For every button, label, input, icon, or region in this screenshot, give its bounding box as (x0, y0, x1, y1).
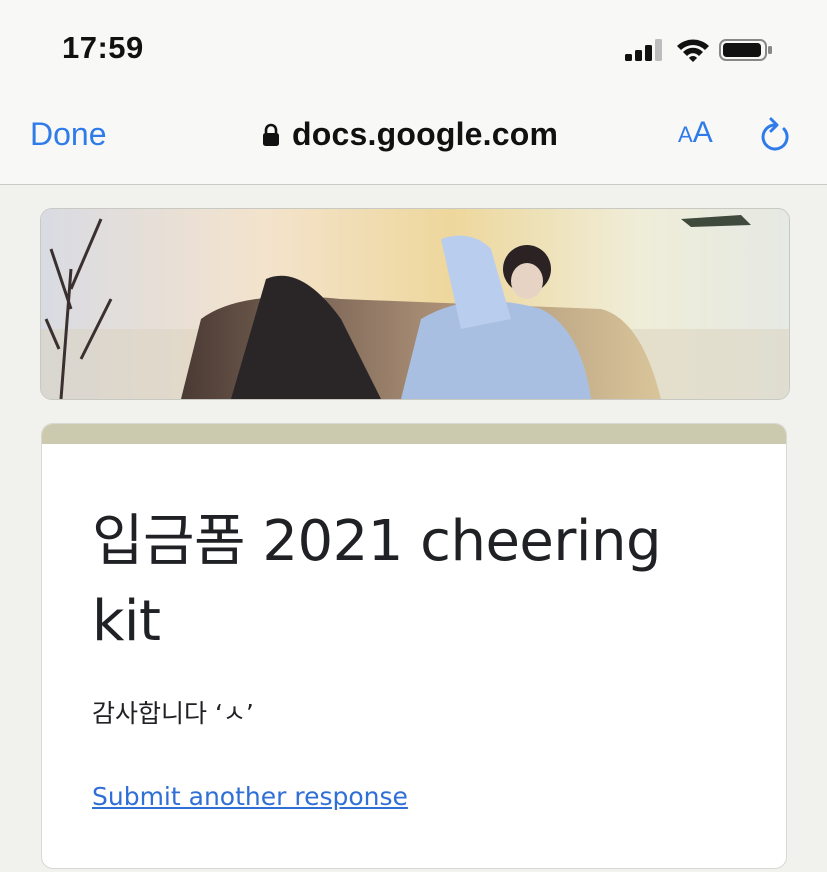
confirmation-message: 감사합니다 ‘ㅅ’ (92, 699, 254, 728)
url-text: docs.google.com (292, 115, 559, 152)
status-bar: 17:59 (0, 0, 827, 96)
banner-photo (41, 209, 789, 399)
cellular-signal-icon (625, 39, 662, 61)
form-card: 입금폼 2021 cheering kit 감사합니다 ‘ㅅ’ Submit a… (41, 423, 787, 869)
text-size-large-glyph: A (692, 116, 713, 149)
done-button[interactable]: Done (30, 116, 107, 153)
text-size-button[interactable]: AA (678, 118, 713, 148)
battery-icon (719, 39, 772, 61)
status-time: 17:59 (62, 30, 144, 65)
submit-another-response-link[interactable]: Submit another response (92, 782, 408, 811)
form-title: 입금폼 2021 cheering kit (92, 509, 662, 654)
browser-toolbar: Done docs.google.com AA (0, 96, 827, 185)
form-header-image (40, 208, 790, 400)
form-accent-bar (42, 424, 786, 444)
text-size-small-glyph: A (678, 122, 693, 147)
wifi-icon (677, 39, 709, 62)
lock-icon (263, 123, 279, 146)
reload-icon[interactable] (758, 117, 792, 153)
address-bar[interactable]: docs.google.com (262, 114, 558, 154)
